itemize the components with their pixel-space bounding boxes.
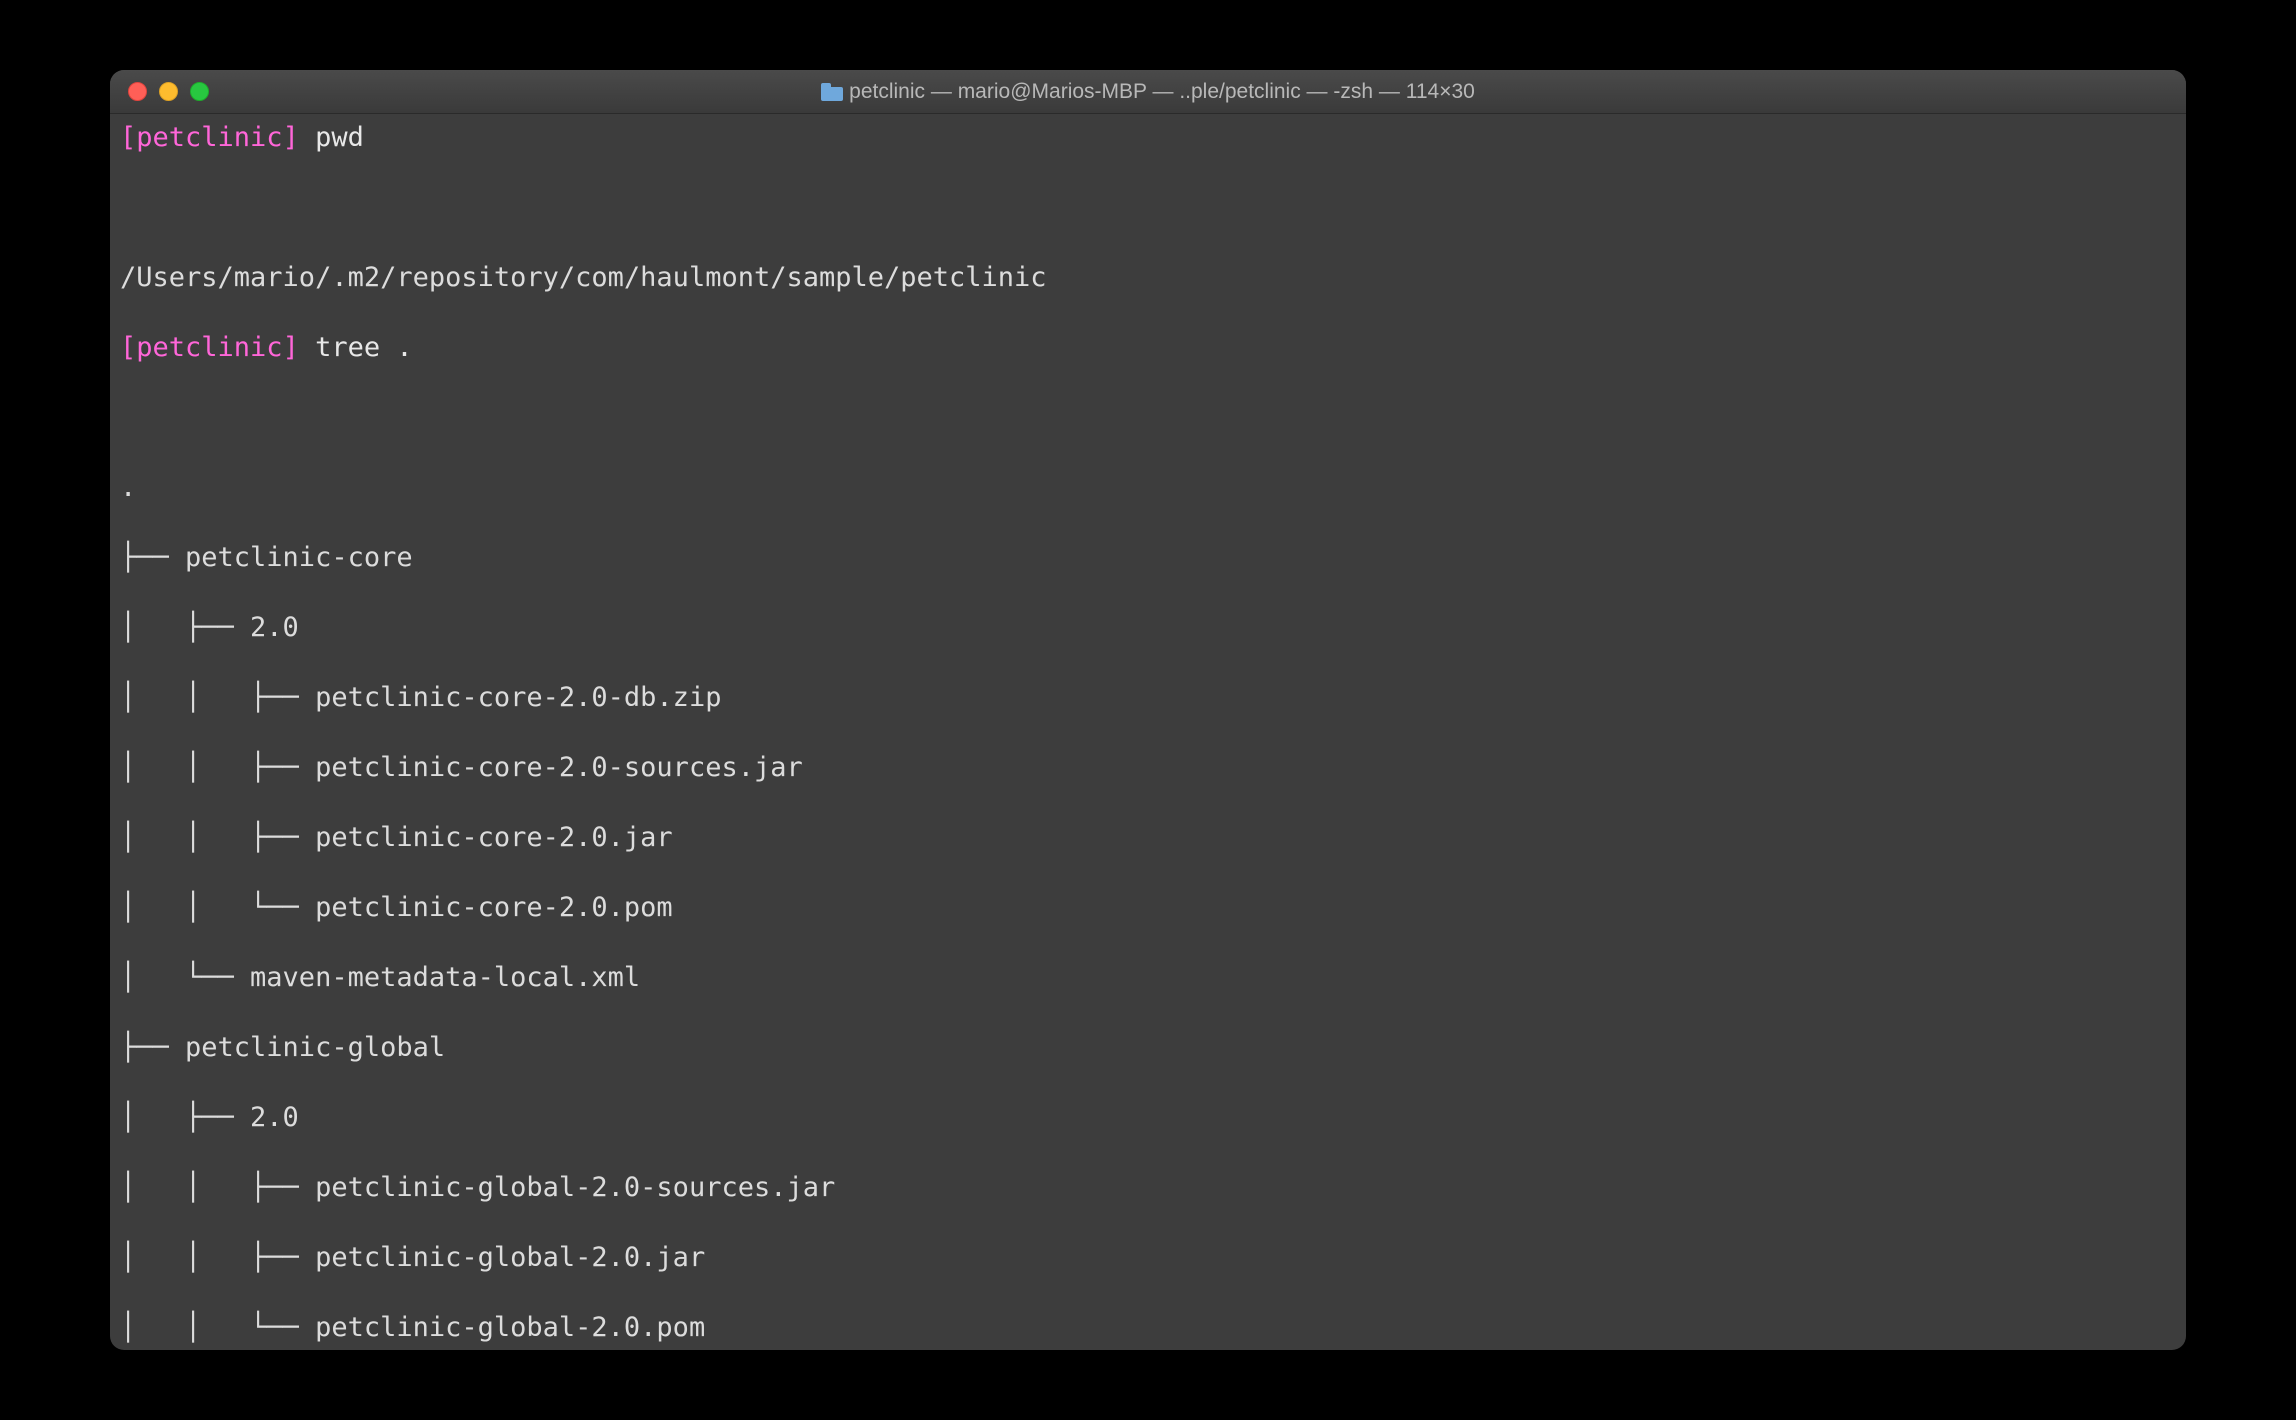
prompt-line: [petclinic] tree . bbox=[120, 330, 2176, 365]
folder-icon bbox=[821, 83, 843, 101]
tree-line: │ │ ├── petclinic-global-2.0.jar bbox=[120, 1240, 2176, 1275]
prompt-name: petclinic bbox=[136, 122, 282, 153]
tree-line: │ └── maven-metadata-local.xml bbox=[120, 960, 2176, 995]
tree-line: ├── petclinic-global bbox=[120, 1030, 2176, 1065]
prompt-line: [petclinic] pwd bbox=[120, 120, 2176, 155]
tree-line: │ │ ├── petclinic-core-2.0-sources.jar bbox=[120, 750, 2176, 785]
tree-line: │ ├── 2.0 bbox=[120, 1100, 2176, 1135]
close-icon[interactable] bbox=[128, 82, 147, 101]
prompt-open: [ bbox=[120, 332, 136, 363]
pwd-output: /Users/mario/.m2/repository/com/haulmont… bbox=[120, 260, 2176, 295]
blank-line bbox=[120, 190, 2176, 225]
tree-line: │ │ ├── petclinic-core-2.0-db.zip bbox=[120, 680, 2176, 715]
terminal-body[interactable]: [petclinic] pwd /Users/mario/.m2/reposit… bbox=[110, 114, 2186, 1350]
prompt-open: [ bbox=[120, 122, 136, 153]
prompt-name: petclinic bbox=[136, 332, 282, 363]
prompt-close: ] bbox=[283, 332, 299, 363]
window-title: petclinic — mario@Marios-MBP — ..ple/pet… bbox=[110, 80, 2186, 104]
tree-line: ├── petclinic-core bbox=[120, 540, 2176, 575]
tree-line: . bbox=[120, 470, 2176, 505]
tree-line: │ │ └── petclinic-global-2.0.pom bbox=[120, 1310, 2176, 1345]
minimize-icon[interactable] bbox=[159, 82, 178, 101]
command-pwd: pwd bbox=[315, 122, 364, 153]
tree-line: │ │ ├── petclinic-global-2.0-sources.jar bbox=[120, 1170, 2176, 1205]
tree-line: │ │ └── petclinic-core-2.0.pom bbox=[120, 890, 2176, 925]
terminal-window: petclinic — mario@Marios-MBP — ..ple/pet… bbox=[110, 70, 2186, 1350]
traffic-lights bbox=[128, 82, 209, 101]
command-tree: tree . bbox=[315, 332, 413, 363]
prompt-close: ] bbox=[283, 122, 299, 153]
window-title-text: petclinic — mario@Marios-MBP — ..ple/pet… bbox=[849, 80, 1475, 104]
tree-line: │ ├── 2.0 bbox=[120, 610, 2176, 645]
maximize-icon[interactable] bbox=[190, 82, 209, 101]
blank-line bbox=[120, 400, 2176, 435]
tree-line: │ │ ├── petclinic-core-2.0.jar bbox=[120, 820, 2176, 855]
titlebar: petclinic — mario@Marios-MBP — ..ple/pet… bbox=[110, 70, 2186, 114]
